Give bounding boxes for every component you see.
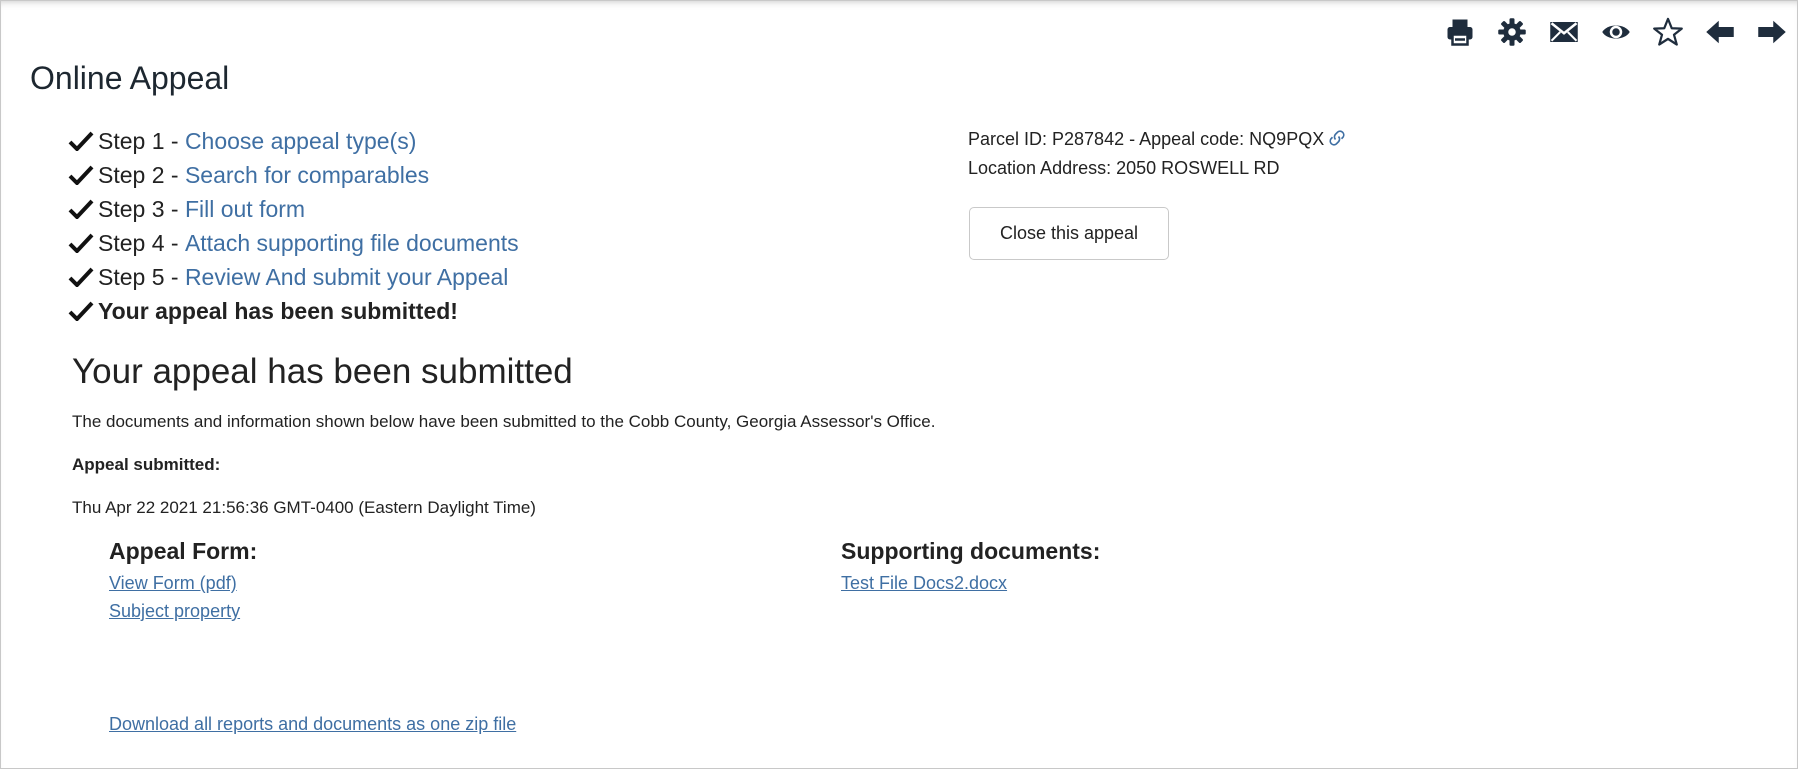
- parcel-id-text: Parcel ID: P287842 - Appeal code: NQ9PQX: [968, 129, 1325, 149]
- eye-icon: [1602, 25, 1630, 39]
- step-label: Step 3 -: [98, 196, 185, 222]
- checkmark-icon: [68, 233, 94, 253]
- submitted-label: Appeal submitted:: [72, 455, 221, 474]
- step-label: Step 5 -: [98, 264, 185, 290]
- checkmark-icon: [68, 131, 94, 151]
- parcel-info: Parcel ID: P287842 - Appeal code: NQ9PQX…: [968, 125, 1346, 183]
- favorite-button[interactable]: [1642, 14, 1694, 50]
- parcel-id-line: Parcel ID: P287842 - Appeal code: NQ9PQX: [968, 125, 1346, 154]
- link-icon[interactable]: [1328, 129, 1346, 147]
- supporting-document-link[interactable]: Test File Docs2.docx: [841, 573, 1007, 594]
- forward-button[interactable]: [1746, 14, 1798, 50]
- download-zip-link[interactable]: Download all reports and documents as on…: [109, 714, 516, 735]
- settings-button[interactable]: [1486, 14, 1538, 50]
- print-icon: [1447, 19, 1473, 46]
- email-button[interactable]: [1538, 14, 1590, 50]
- view-button[interactable]: [1590, 14, 1642, 50]
- submitted-date: Thu Apr 22 2021 21:56:36 GMT-0400 (Easte…: [72, 498, 536, 517]
- step-link-fill-out-form[interactable]: Fill out form: [185, 192, 305, 226]
- subject-property-link[interactable]: Subject property: [109, 601, 240, 622]
- view-form-pdf-link[interactable]: View Form (pdf): [109, 573, 237, 594]
- arrow-right-icon: [1758, 20, 1786, 44]
- step-link-search-comparables[interactable]: Search for comparables: [185, 158, 429, 192]
- step-item: Step 3 - Fill out form: [68, 192, 519, 226]
- checkmark-icon: [68, 165, 94, 185]
- step-link-choose-appeal-type[interactable]: Choose appeal type(s): [185, 124, 416, 158]
- step-label: Step 4 -: [98, 230, 185, 256]
- print-button[interactable]: [1434, 14, 1486, 50]
- close-appeal-button[interactable]: Close this appeal: [969, 207, 1169, 260]
- step-link-attach-documents[interactable]: Attach supporting file documents: [185, 226, 519, 260]
- step-label: Step 1 -: [98, 128, 185, 154]
- step-item: Step 4 - Attach supporting file document…: [68, 226, 519, 260]
- final-step-label: Your appeal has been submitted!: [98, 298, 458, 324]
- step-list: Step 1 - Choose appeal type(s) Step 2 - …: [68, 124, 519, 328]
- gear-icon: [1498, 18, 1526, 46]
- step-label: Step 2 -: [98, 162, 185, 188]
- arrow-left-icon: [1706, 20, 1734, 44]
- page-title: Online Appeal: [30, 60, 230, 96]
- step-link-review-submit[interactable]: Review And submit your Appeal: [185, 260, 508, 294]
- step-item-final: Your appeal has been submitted!: [68, 294, 519, 328]
- submitted-heading: Your appeal has been submitted: [72, 352, 573, 391]
- location-address: Location Address: 2050 ROSWELL RD: [968, 158, 1280, 178]
- back-button[interactable]: [1694, 14, 1746, 50]
- star-icon: [1653, 17, 1683, 46]
- appeal-form-heading: Appeal Form:: [109, 538, 258, 564]
- submitted-description: The documents and information shown belo…: [72, 412, 936, 431]
- checkmark-icon: [68, 301, 94, 321]
- mail-icon: [1550, 22, 1578, 42]
- step-item: Step 5 - Review And submit your Appeal: [68, 260, 519, 294]
- step-item: Step 2 - Search for comparables: [68, 158, 519, 192]
- supporting-documents-heading: Supporting documents:: [841, 538, 1101, 564]
- step-item: Step 1 - Choose appeal type(s): [68, 124, 519, 158]
- checkmark-icon: [68, 267, 94, 287]
- toolbar: [1434, 14, 1798, 50]
- checkmark-icon: [68, 199, 94, 219]
